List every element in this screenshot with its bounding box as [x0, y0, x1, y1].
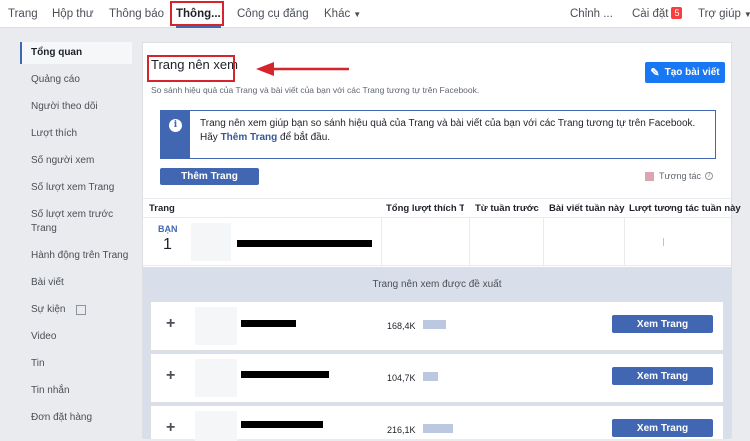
- info-icon[interactable]: i: [705, 172, 713, 180]
- column-divider: [381, 218, 382, 266]
- annotation-box-insights-tab: [170, 1, 224, 26]
- column-header-page: Trang: [149, 203, 175, 214]
- info-banner-line-2: Hãy Thêm Trang để bắt đầu.: [200, 131, 695, 145]
- total-likes-value: 216,1K: [387, 425, 416, 435]
- redacted-page-name: [241, 421, 323, 428]
- redacted-page-name: [237, 240, 372, 247]
- sidebar-item-page-previews[interactable]: Số lượt xem trước Trang: [20, 204, 132, 240]
- create-post-label: Tạo bài viết: [664, 67, 720, 78]
- chevron-down-icon: ▼: [743, 10, 750, 19]
- sidebar-item-ads[interactable]: Quảng cáo: [20, 69, 132, 91]
- sidebar: Tổng quan Quảng cáo Người theo dõi Lượt …: [20, 42, 132, 434]
- sidebar-item-page-views[interactable]: Số lượt xem Trang: [20, 177, 132, 199]
- column-divider: [543, 218, 544, 266]
- suggested-pages-section: Trang nên xem được đề xuất + 168,4K Xem …: [143, 267, 731, 441]
- tab-more[interactable]: Khác ▼: [324, 0, 361, 28]
- column-divider: [624, 218, 625, 266]
- tab-help[interactable]: Trợ giúp ▼: [698, 0, 750, 28]
- plus-icon[interactable]: +: [166, 367, 175, 385]
- info-banner-side: i: [161, 111, 190, 158]
- suggested-heading: Trang nên xem được đề xuất: [372, 279, 502, 290]
- sidebar-item-orders[interactable]: Đơn đặt hàng: [20, 407, 132, 429]
- plus-icon[interactable]: +: [166, 419, 175, 437]
- likes-bar: [423, 372, 438, 381]
- column-header-total-likes[interactable]: Tổng lượt thích Trang: [386, 203, 464, 214]
- info-banner-text: Trang nên xem giúp bạn so sánh hiệu quả …: [190, 111, 705, 158]
- legend-swatch: [645, 171, 655, 181]
- create-post-button[interactable]: ✎ Tạo bài viết: [645, 62, 725, 83]
- rank-number: 1: [163, 236, 172, 253]
- tab-inbox[interactable]: Hộp thư: [52, 0, 94, 28]
- main-panel: Trang nên xem So sánh hiệu quả của Trang…: [142, 42, 741, 441]
- view-page-button[interactable]: Xem Trang: [612, 419, 713, 437]
- redacted-page-name: [241, 371, 329, 378]
- add-page-button[interactable]: Thêm Trang: [160, 168, 259, 185]
- table-row-your-page: BẠN 1: [143, 218, 731, 266]
- sidebar-item-videos[interactable]: Video: [20, 326, 132, 348]
- total-likes-value: 104,7K: [387, 373, 416, 383]
- notification-badge: 5: [671, 7, 683, 19]
- column-header-posts-this-week[interactable]: Bài viết tuần này: [549, 203, 625, 214]
- likes-bar: [423, 320, 446, 329]
- tab-help-label: Trợ giúp: [698, 8, 741, 20]
- legend-label: Tương tác: [659, 171, 701, 181]
- sidebar-item-likes[interactable]: Lượt thích: [20, 123, 132, 145]
- annotation-arrow-head: [256, 62, 274, 76]
- table-header: Trang Tổng lượt thích Trang Từ tuần trướ…: [143, 198, 741, 218]
- view-page-button[interactable]: Xem Trang: [612, 367, 713, 385]
- suggested-page-card: + 104,7K Xem Trang: [150, 353, 724, 403]
- tab-settings-label: Cài đặt: [632, 8, 669, 20]
- tab-edit[interactable]: Chỉnh ...: [570, 0, 613, 28]
- redacted-page-name: [241, 320, 296, 327]
- add-page-link[interactable]: Thêm Trang: [221, 132, 278, 143]
- info-icon: i: [169, 119, 182, 132]
- pencil-icon: ✎: [650, 67, 660, 79]
- you-label: BẠN: [158, 224, 178, 234]
- tab-publishing-tools[interactable]: Công cụ đăng: [237, 0, 309, 28]
- view-page-button[interactable]: Xem Trang: [612, 315, 713, 333]
- sidebar-item-events-label: Sự kiện: [31, 304, 66, 315]
- total-likes-value: 168,4K: [387, 321, 416, 331]
- column-header-engagement-this-week[interactable]: Lượt tương tác tuần này: [629, 203, 741, 214]
- sidebar-item-reach[interactable]: Số người xem: [20, 150, 132, 172]
- engagement-marker: [663, 238, 664, 246]
- sidebar-item-stories[interactable]: Tin: [20, 353, 132, 375]
- info-banner-suffix: để bắt đầu.: [277, 132, 331, 143]
- top-navigation: Trang Hộp thư Thông báo Thông... Công cụ…: [0, 0, 750, 28]
- info-banner: i Trang nên xem giúp bạn so sánh hiệu qu…: [160, 110, 716, 159]
- annotation-box-title: [147, 55, 235, 82]
- suggested-page-card: + 168,4K Xem Trang: [150, 301, 724, 351]
- sidebar-item-followers[interactable]: Người theo dõi: [20, 96, 132, 118]
- sidebar-item-posts[interactable]: Bài viết: [20, 272, 132, 294]
- page-avatar: [195, 307, 237, 345]
- sidebar-item-actions-on-page[interactable]: Hành động trên Trang: [20, 245, 132, 267]
- tab-more-label: Khác: [324, 8, 351, 20]
- tab-page[interactable]: Trang: [8, 0, 38, 28]
- column-header-from-last-week[interactable]: Từ tuần trước: [475, 203, 539, 214]
- legend: Tương tác i: [645, 171, 713, 181]
- plus-icon[interactable]: +: [166, 315, 175, 333]
- external-link-icon: [76, 305, 86, 315]
- sidebar-item-events[interactable]: Sự kiện: [20, 299, 132, 321]
- chevron-down-icon: ▼: [353, 10, 362, 19]
- page-avatar: [195, 359, 237, 397]
- info-banner-prefix: Hãy: [200, 132, 221, 143]
- tab-notifications[interactable]: Thông báo: [109, 0, 164, 28]
- suggested-page-card: + 216,1K Xem Trang: [150, 405, 724, 441]
- page-avatar: [191, 223, 231, 261]
- sidebar-item-overview[interactable]: Tổng quan: [20, 42, 132, 64]
- tab-settings[interactable]: Cài đặt 5: [632, 0, 683, 28]
- column-divider: [469, 218, 470, 266]
- page-avatar: [195, 411, 237, 441]
- info-banner-line-1: Trang nên xem giúp bạn so sánh hiệu quả …: [200, 118, 696, 129]
- annotation-arrow: [256, 62, 349, 76]
- likes-bar: [423, 424, 453, 433]
- sidebar-item-messages[interactable]: Tin nhắn: [20, 380, 132, 402]
- page-subtitle: So sánh hiệu quả của Trang và bài viết c…: [151, 85, 480, 95]
